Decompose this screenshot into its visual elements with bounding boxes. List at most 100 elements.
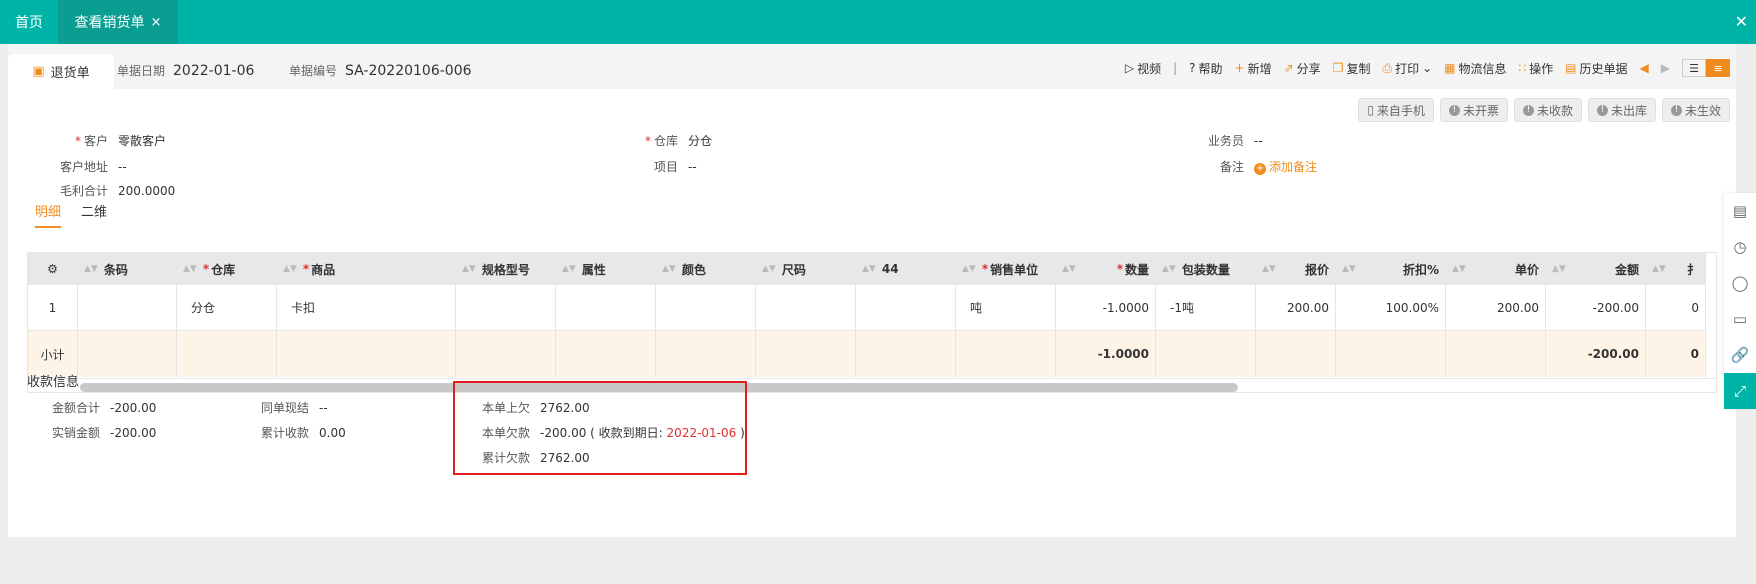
current-debt-value: -200.00 <box>540 426 587 440</box>
home-tab[interactable]: 首页 <box>0 0 58 44</box>
header-label: 尺码 <box>781 262 806 277</box>
sort-icon[interactable]: ▲▼ <box>1162 264 1176 274</box>
cell-qty[interactable]: -1.0000 <box>1056 285 1156 330</box>
sort-icon[interactable]: ▲▼ <box>84 264 98 274</box>
tab-view-sales-order[interactable]: 查看销货单 × <box>58 0 178 44</box>
sort-icon[interactable]: ▲▼ <box>662 264 676 274</box>
detail-view-icon[interactable]: ≡ <box>1706 59 1730 77</box>
column-header[interactable]: ▲▼ * 销售单位 <box>956 253 1056 285</box>
share-button[interactable]: ⇗ 分享 <box>1284 60 1321 77</box>
cell-quote[interactable]: 200.00 <box>1256 285 1336 330</box>
header-label: 单价 <box>1514 262 1539 277</box>
add-button[interactable]: + 新增 <box>1235 60 1272 77</box>
sort-icon[interactable]: ▲▼ <box>562 264 576 274</box>
column-header[interactable]: ▲▼ 报价 <box>1256 253 1336 285</box>
due-date-value[interactable]: 2022-01-06 <box>667 426 737 440</box>
video-button[interactable]: ▷ 视频 <box>1125 60 1161 77</box>
column-settings[interactable]: ⚙ <box>28 253 78 285</box>
column-header[interactable]: ▲▼ 44 <box>856 253 956 285</box>
cell-spec[interactable] <box>456 285 556 330</box>
column-header[interactable]: ▲▼ 折扣% <box>1336 253 1446 285</box>
table-row[interactable]: 1 分仓 卡扣 吨 -1.0000 -1吨 200.00 100.00% 200… <box>28 285 1706 331</box>
info-icon: ! <box>1670 104 1682 116</box>
attachment-icon[interactable]: 🔗 <box>1724 337 1756 373</box>
plus-circle-icon: + <box>1254 162 1266 175</box>
column-header[interactable]: ▲▼ * 商品 <box>277 253 456 285</box>
history-button[interactable]: ▤ 历史单据 <box>1565 60 1627 77</box>
list-view-icon[interactable]: ☰ <box>1682 59 1706 77</box>
column-header[interactable]: ▲▼ 条码 <box>78 253 177 285</box>
status-label: 未收款 <box>1536 103 1573 118</box>
add-note-button[interactable]: + 添加备注 <box>1254 160 1317 175</box>
main-panel: ▣ 退货单 单据日期 2022-01-06 单据编号 SA-20220106-006… <box>8 44 1736 537</box>
sort-icon[interactable]: ▲▼ <box>462 264 476 274</box>
logistics-button[interactable]: ▦ 物流信息 <box>1444 60 1506 77</box>
column-header[interactable]: ▲▼ 金额 <box>1546 253 1646 285</box>
cell-amount[interactable]: -200.00 <box>1546 285 1646 330</box>
sort-icon[interactable]: ▲▼ <box>1452 264 1466 274</box>
cell-unit[interactable]: 吨 <box>956 285 1056 330</box>
cell-size[interactable] <box>756 285 856 330</box>
tab-detail[interactable]: 明细 <box>35 201 62 228</box>
column-header[interactable]: ▲▼ 单价 <box>1446 253 1546 285</box>
sort-icon[interactable]: ▲▼ <box>762 264 776 274</box>
sort-icon[interactable]: ▲▼ <box>1342 264 1356 274</box>
settle-value[interactable]: -- <box>319 401 328 415</box>
tab-2d[interactable]: 二维 <box>81 201 107 228</box>
prev-icon[interactable]: ◀ <box>1640 61 1649 75</box>
customer-label: 客户 <box>83 134 108 148</box>
salesman-value[interactable]: -- <box>1254 134 1263 148</box>
sort-icon[interactable]: ▲▼ <box>1262 264 1276 274</box>
cell-warehouse[interactable]: 分仓 <box>177 285 277 330</box>
gear-icon[interactable]: ⚙ <box>47 262 58 276</box>
cell-discount[interactable]: 100.00% <box>1336 285 1446 330</box>
warehouse-value[interactable]: 分仓 <box>688 134 712 148</box>
help-button[interactable]: ? 帮助 <box>1189 60 1222 77</box>
expand-icon[interactable]: ⤢ <box>1724 373 1756 409</box>
copy-button[interactable]: ❐ 复制 <box>1333 60 1371 77</box>
operate-button[interactable]: ∷ 操作 <box>1519 60 1554 77</box>
profit-value: 200.0000 <box>118 184 176 198</box>
project-value[interactable]: -- <box>688 160 697 174</box>
actual-amount: 实销金额 -200.00 <box>52 424 156 441</box>
column-header[interactable]: ▲▼ 尺码 <box>756 253 856 285</box>
sort-icon[interactable]: ▲▼ <box>1652 264 1666 274</box>
cell-barcode[interactable] <box>78 285 177 330</box>
sort-icon[interactable]: ▲▼ <box>962 264 976 274</box>
form-settings-icon[interactable]: ▤ <box>1724 193 1756 229</box>
print-button[interactable]: ⎙ 打印 ⌄ <box>1382 60 1432 77</box>
coupon-icon[interactable]: ▭ <box>1724 301 1756 337</box>
customer-value[interactable]: 零散客户 <box>118 134 166 148</box>
cell-price[interactable]: 200.00 <box>1446 285 1546 330</box>
doc-type-tab[interactable]: ▣ 退货单 <box>8 54 114 89</box>
close-icon[interactable]: ✕ <box>1735 12 1748 31</box>
profit-field: 毛利合计 200.0000 <box>8 182 175 199</box>
sort-icon[interactable]: ▲▼ <box>862 264 876 274</box>
cell-color[interactable] <box>656 285 756 330</box>
sort-icon[interactable]: ▲▼ <box>283 264 297 274</box>
column-header[interactable]: ▲▼ 规格型号 <box>456 253 556 285</box>
next-icon[interactable]: ▶ <box>1661 61 1670 75</box>
sort-icon[interactable]: ▲▼ <box>183 264 197 274</box>
cell-44[interactable] <box>856 285 956 330</box>
approval-icon[interactable]: ◯ <box>1724 265 1756 301</box>
cell-product[interactable]: 卡扣 <box>277 285 456 330</box>
address-value[interactable]: -- <box>118 160 127 174</box>
column-header[interactable]: ▲▼ 颜色 <box>656 253 756 285</box>
required-mark: * <box>202 262 210 276</box>
sort-icon[interactable]: ▲▼ <box>1062 264 1076 274</box>
cell-attr[interactable] <box>556 285 656 330</box>
settle-label: 同单现结 <box>261 401 310 415</box>
chevron-down-icon[interactable]: ⌄ <box>1422 61 1432 75</box>
column-header[interactable]: ▲▼ 扌 <box>1646 253 1706 285</box>
column-header[interactable]: ▲▼ * 数量 <box>1056 253 1156 285</box>
column-header[interactable]: ▲▼ 属性 <box>556 253 656 285</box>
tab-close-icon[interactable]: × <box>151 15 162 30</box>
column-header[interactable]: ▲▼ * 仓库 <box>177 253 277 285</box>
cell-pack-qty[interactable]: -1吨 <box>1156 285 1256 330</box>
sort-icon[interactable]: ▲▼ <box>1552 264 1566 274</box>
cell-extra[interactable]: 0 <box>1646 285 1706 330</box>
add-label: 新增 <box>1247 61 1272 76</box>
history-icon[interactable]: ◷ <box>1724 229 1756 265</box>
column-header[interactable]: ▲▼ 包装数量 <box>1156 253 1256 285</box>
